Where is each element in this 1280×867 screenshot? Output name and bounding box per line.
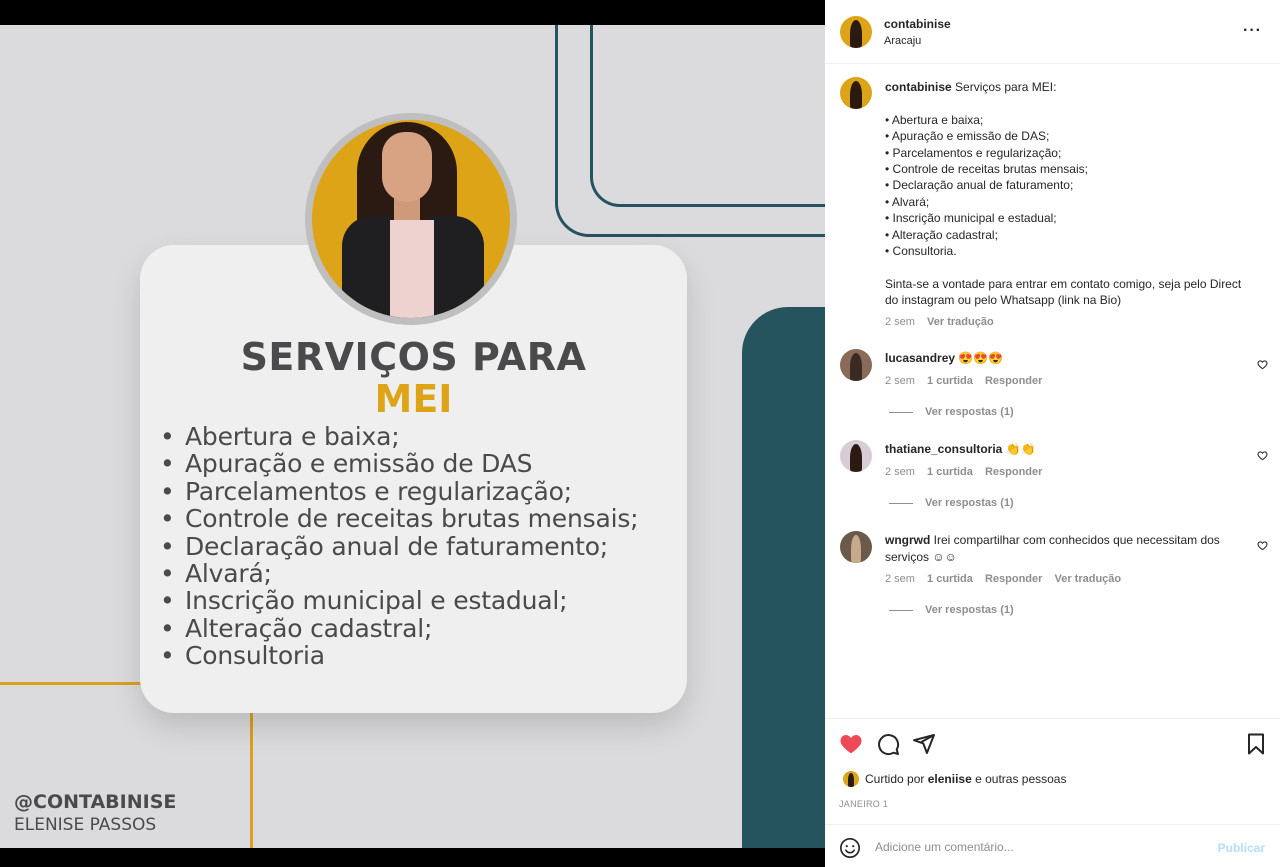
service-item: Apuração e emissão de DAS xyxy=(160,450,638,478)
comment-time[interactable]: 2 sem xyxy=(885,375,915,387)
service-item: Abertura e baixa; xyxy=(160,423,638,451)
caption-time[interactable]: 2 sem xyxy=(885,316,915,328)
image-handle: @CONTABINISE xyxy=(14,791,177,813)
heart-filled-icon[interactable] xyxy=(839,732,863,756)
view-replies-button[interactable]: Ver respostas (1) xyxy=(889,497,1014,509)
image-title: SERVIÇOS PARA xyxy=(240,335,587,379)
post-header: contabinise Aracaju ··· xyxy=(825,0,1280,64)
reply-button[interactable]: Responder xyxy=(985,466,1042,478)
comments-area[interactable]: contabinise Serviços para MEI: • Abertur… xyxy=(825,65,1280,718)
caption-line: • Controle de receitas brutas mensais; xyxy=(885,162,1088,177)
comment-likes[interactable]: 1 curtida xyxy=(927,466,973,478)
liked-by: Curtido por eleniise e outras pessoas xyxy=(865,772,1067,786)
bookmark-icon[interactable] xyxy=(1244,732,1268,756)
comment: thatiane_consultoria 👏👏 2 sem 1 curtida … xyxy=(885,441,1245,480)
post-date[interactable]: JANEIRO 1 xyxy=(839,799,888,809)
post-image[interactable]: SERVIÇOS PARA MEI Abertura e baixa; Apur… xyxy=(0,25,825,848)
comment-likes[interactable]: 1 curtida xyxy=(927,375,973,387)
service-item: Parcelamentos e regularização; xyxy=(160,477,638,505)
post-side-panel: contabinise Aracaju ··· contabinise Serv… xyxy=(825,0,1280,867)
comment-text: Irei compartilhar com conhecidos que nec… xyxy=(885,533,1220,564)
service-item: Alvará; xyxy=(160,560,638,588)
publish-button[interactable]: Publicar xyxy=(1218,841,1265,855)
avatar[interactable] xyxy=(840,77,872,109)
view-replies-button[interactable]: Ver respostas (1) xyxy=(889,406,1014,418)
caption-line: • Consultoria. xyxy=(885,244,957,259)
caption-line: • Abertura e baixa; xyxy=(885,112,984,127)
action-bar: Curtido por eleniise e outras pessoas JA… xyxy=(825,718,1280,824)
image-title-accent: MEI xyxy=(374,377,453,421)
comment: wngrwd Irei compartilhar com conhecidos … xyxy=(885,532,1245,588)
translate-link[interactable]: Ver tradução xyxy=(1054,573,1121,585)
avatar[interactable] xyxy=(840,349,872,381)
header-username[interactable]: contabinise xyxy=(884,17,951,31)
service-item: Inscrição municipal e estadual; xyxy=(160,587,638,615)
comment-icon[interactable] xyxy=(876,732,900,756)
post-caption: contabinise Serviços para MEI: • Abertur… xyxy=(885,79,1245,330)
caption-line: • Declaração anual de faturamento; xyxy=(885,178,1074,193)
comment-input[interactable] xyxy=(875,837,1205,857)
avatar[interactable] xyxy=(840,16,872,48)
comment-username[interactable]: lucasandrey xyxy=(885,351,955,365)
reply-button[interactable]: Responder xyxy=(985,375,1042,387)
header-location[interactable]: Aracaju xyxy=(884,35,921,47)
caption-line: • Parcelamentos e regularização; xyxy=(885,145,1062,160)
comment: lucasandrey 😍😍😍 2 sem 1 curtida Responde… xyxy=(885,350,1245,389)
caption-username[interactable]: contabinise xyxy=(885,80,952,94)
comment-text: 😍😍😍 xyxy=(958,351,1004,365)
comment-likes[interactable]: 1 curtida xyxy=(927,573,973,585)
view-replies-button[interactable]: Ver respostas (1) xyxy=(889,604,1014,616)
reply-button[interactable]: Responder xyxy=(985,573,1042,585)
comment-time[interactable]: 2 sem xyxy=(885,573,915,585)
decorative-block xyxy=(742,307,825,848)
heart-outline-icon[interactable] xyxy=(1257,540,1268,551)
comment-time[interactable]: 2 sem xyxy=(885,466,915,478)
add-comment-bar: Publicar xyxy=(825,824,1280,867)
caption-line: Sinta-se a vontade para entrar em contat… xyxy=(885,276,1242,308)
liked-by-user[interactable]: eleniise xyxy=(928,772,972,786)
caption-line: • Apuração e emissão de DAS; xyxy=(885,129,1050,144)
avatar[interactable] xyxy=(840,440,872,472)
heart-outline-icon[interactable] xyxy=(1257,359,1268,370)
comment-username[interactable]: thatiane_consultoria xyxy=(885,442,1002,456)
more-options-icon[interactable]: ··· xyxy=(1243,22,1262,40)
share-icon[interactable] xyxy=(912,732,936,756)
emoji-icon[interactable] xyxy=(839,837,861,859)
caption-line: • Alvará; xyxy=(885,194,930,209)
caption-line: Serviços para MEI: xyxy=(955,80,1057,94)
liked-by-avatar[interactable] xyxy=(843,771,859,787)
image-owner-name: ELENISE PASSOS xyxy=(14,815,157,835)
comment-text: 👏👏 xyxy=(1005,442,1036,456)
services-list: Abertura e baixa; Apuração e emissão de … xyxy=(160,423,639,670)
comment-username[interactable]: wngrwd xyxy=(885,533,930,547)
avatar[interactable] xyxy=(840,531,872,563)
service-item: Alteração cadastral; xyxy=(160,614,638,642)
service-item: Consultoria xyxy=(160,642,638,670)
heart-outline-icon[interactable] xyxy=(1257,450,1268,461)
caption-line: • Inscrição municipal e estadual; xyxy=(885,211,1057,226)
decorative-line xyxy=(590,25,825,207)
service-item: Controle de receitas brutas mensais; xyxy=(160,505,639,533)
caption-line: • Alteração cadastral; xyxy=(885,227,998,242)
profile-photo xyxy=(305,113,517,325)
service-item: Declaração anual de faturamento; xyxy=(160,532,638,560)
translate-link[interactable]: Ver tradução xyxy=(927,316,994,328)
